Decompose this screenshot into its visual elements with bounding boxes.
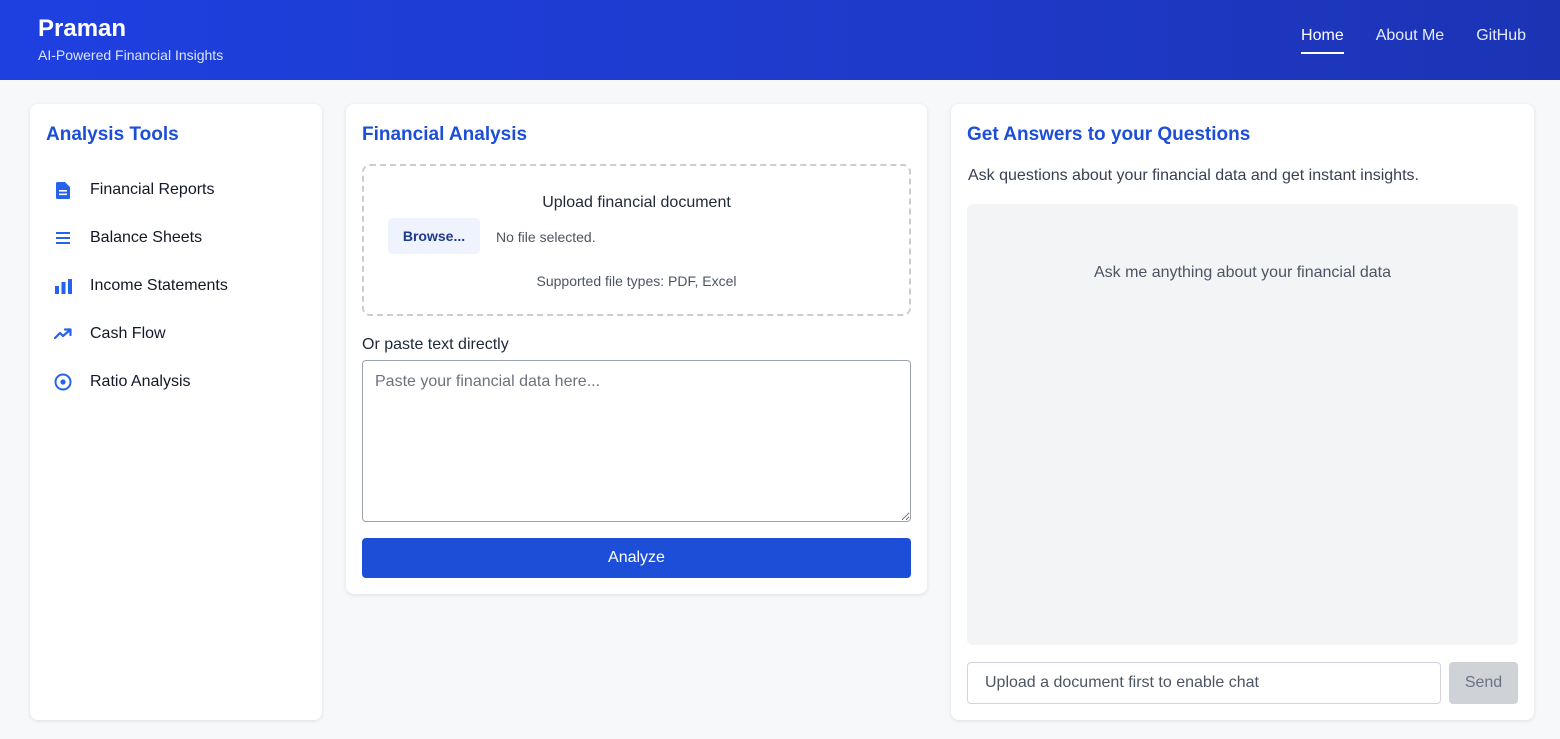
qa-title: Get Answers to your Questions bbox=[967, 124, 1251, 145]
upload-dropzone[interactable]: Upload financial document Browse... No f… bbox=[362, 164, 911, 316]
browse-button[interactable]: Browse... bbox=[388, 218, 480, 254]
send-button[interactable]: Send bbox=[1449, 662, 1518, 704]
paste-label: Or paste text directly bbox=[362, 336, 509, 353]
bar-chart-icon bbox=[54, 277, 72, 295]
tool-label: Cash Flow bbox=[90, 325, 166, 342]
tool-label: Balance Sheets bbox=[90, 229, 203, 246]
tool-item-financial-reports[interactable]: Financial Reports bbox=[46, 166, 306, 214]
supported-file-types: Supported file types: PDF, Excel bbox=[536, 273, 737, 289]
tool-label: Income Statements bbox=[90, 277, 228, 294]
qa-description: Ask questions about your financial data … bbox=[968, 167, 1419, 184]
tool-item-income-statements[interactable]: Income Statements bbox=[46, 262, 306, 310]
top-nav: Home About Me GitHub bbox=[1301, 26, 1526, 54]
tool-item-cash-flow[interactable]: Cash Flow bbox=[46, 310, 306, 358]
trending-up-icon bbox=[54, 325, 72, 343]
nav-github-link[interactable]: GitHub bbox=[1476, 26, 1526, 54]
brand-subtitle: AI-Powered Financial Insights bbox=[38, 47, 224, 63]
chat-input[interactable] bbox=[967, 662, 1441, 704]
app-header: Praman AI-Powered Financial Insights Hom… bbox=[0, 0, 1560, 80]
tool-item-ratio-analysis[interactable]: Ratio Analysis bbox=[46, 358, 306, 406]
chat-messages-area[interactable]: Ask me anything about your financial dat… bbox=[967, 204, 1518, 645]
tool-label: Ratio Analysis bbox=[90, 373, 191, 390]
document-icon bbox=[54, 181, 72, 199]
tool-item-balance-sheets[interactable]: Balance Sheets bbox=[46, 214, 306, 262]
list-icon bbox=[54, 229, 72, 247]
paste-textarea[interactable] bbox=[362, 360, 911, 522]
analyze-button[interactable]: Analyze bbox=[362, 538, 911, 578]
nav-about-link[interactable]: About Me bbox=[1376, 26, 1444, 54]
financial-analysis-title: Financial Analysis bbox=[362, 124, 528, 145]
upload-title: Upload financial document bbox=[542, 194, 731, 211]
tool-list: Financial Reports Balance Sheets Income … bbox=[46, 166, 306, 406]
qa-panel: Get Answers to your Questions Ask questi… bbox=[951, 104, 1534, 720]
analysis-tools-title: Analysis Tools bbox=[46, 124, 179, 145]
analysis-tools-panel: Analysis Tools Financial Reports Balance… bbox=[30, 104, 322, 720]
financial-analysis-panel: Financial Analysis Upload financial docu… bbox=[346, 104, 927, 594]
chat-empty-message: Ask me anything about your financial dat… bbox=[1093, 264, 1392, 281]
brand-title: Praman bbox=[38, 15, 127, 42]
nav-home-link[interactable]: Home bbox=[1301, 26, 1344, 54]
target-icon bbox=[54, 373, 72, 391]
tool-label: Financial Reports bbox=[90, 181, 215, 198]
file-status: No file selected. bbox=[496, 229, 596, 245]
